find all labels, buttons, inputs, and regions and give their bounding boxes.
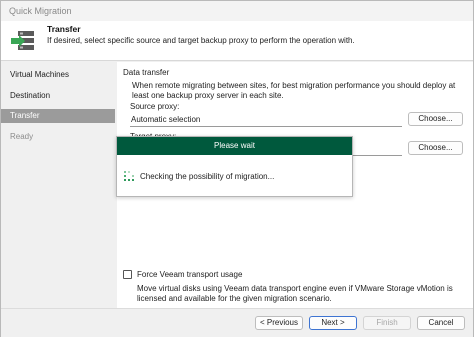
header-title: Transfer xyxy=(47,24,81,34)
wizard-header: Transfer If desired, select specific sou… xyxy=(1,21,473,61)
title-bar[interactable]: Quick Migration xyxy=(1,1,473,21)
finish-button: Finish xyxy=(363,316,411,330)
sidebar-item-label: Virtual Machines xyxy=(10,70,69,79)
sidebar-item-transfer[interactable]: Transfer xyxy=(1,109,115,123)
target-proxy-choose-button[interactable]: Choose... xyxy=(408,141,463,155)
loading-spinner-icon xyxy=(124,171,134,181)
data-transfer-description: When remote migrating between sites, for… xyxy=(132,81,456,100)
previous-button[interactable]: < Previous xyxy=(255,316,303,330)
sidebar-item-label: Destination xyxy=(10,91,51,100)
sidebar-item-destination[interactable]: Destination xyxy=(1,89,115,103)
window-title: Quick Migration xyxy=(9,6,72,16)
source-proxy-choose-button[interactable]: Choose... xyxy=(408,112,463,126)
migration-icon xyxy=(11,31,34,50)
quick-migration-window: Quick Migration Transfer If desired, sel… xyxy=(0,0,474,337)
sidebar-item-label: Ready xyxy=(10,132,34,141)
data-transfer-heading: Data transfer xyxy=(123,68,170,77)
header-description: If desired, select specific source and t… xyxy=(47,36,355,45)
sidebar-item-label: Transfer xyxy=(10,111,40,120)
sidebar-item-ready: Ready xyxy=(1,130,115,144)
source-proxy-field[interactable]: Automatic selection xyxy=(130,113,402,127)
next-button[interactable]: Next > xyxy=(309,316,357,330)
sidebar-item-virtual-machines[interactable]: Virtual Machines xyxy=(1,68,115,82)
dialog-message: Checking the possibility of migration... xyxy=(140,172,275,181)
wizard-steps-sidebar: Virtual Machines Destination Transfer Re… xyxy=(1,62,117,308)
force-transport-label[interactable]: Force Veeam transport usage xyxy=(137,270,242,279)
wizard-footer: < Previous Next > Finish Cancel xyxy=(1,308,473,337)
dialog-title: Please wait xyxy=(117,137,352,155)
please-wait-dialog: Please wait Checking the possibility of … xyxy=(116,136,353,197)
force-transport-description: Move virtual disks using Veeam data tran… xyxy=(137,284,453,303)
source-proxy-label: Source proxy: xyxy=(130,102,180,111)
cancel-button[interactable]: Cancel xyxy=(417,316,465,330)
force-transport-checkbox[interactable] xyxy=(123,270,132,279)
